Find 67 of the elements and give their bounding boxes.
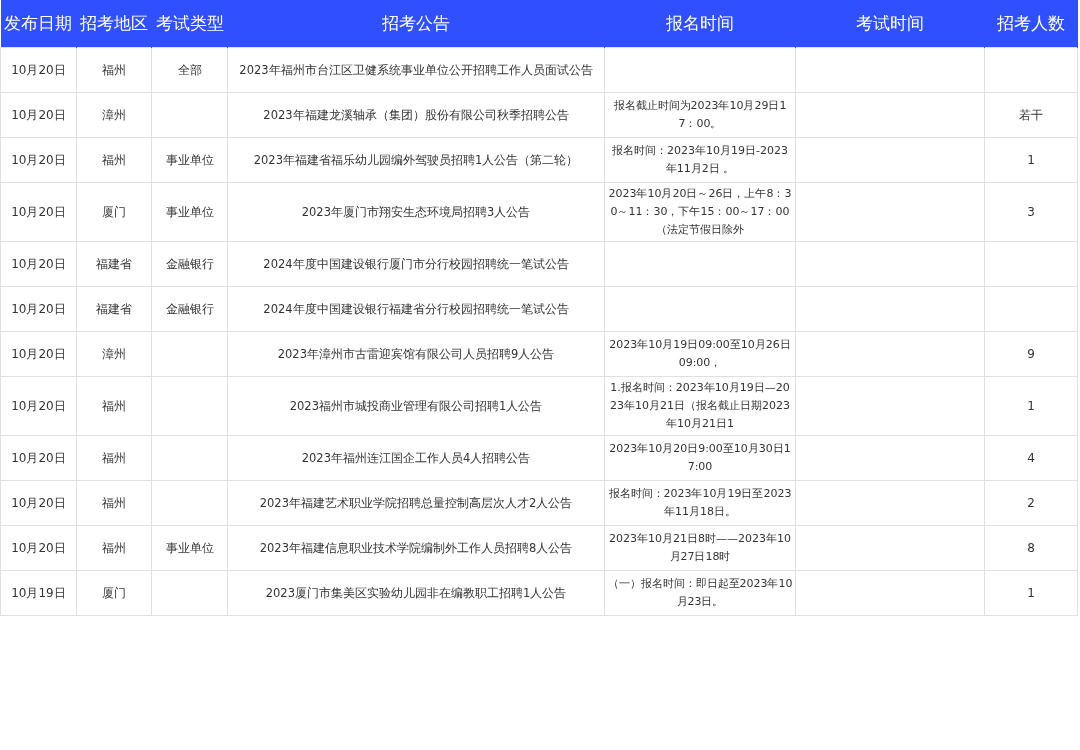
table-cell: 福建省 <box>96 302 132 316</box>
table-cell: 漳州 <box>102 347 126 361</box>
table-cell: 10月20日 <box>11 347 66 361</box>
table-cell: 报名时间：2023年10月19日-2023年11月2日 。 <box>612 144 788 175</box>
table-cell: 8 <box>1027 541 1035 555</box>
table-cell: 厦门 <box>102 205 126 219</box>
table-cell: 1 <box>1027 153 1035 167</box>
table-cell: 10月20日 <box>11 496 66 510</box>
table-cell: 2023年10月19日09:00至10月26日09:00， <box>609 338 791 369</box>
column-header: 发布日期 <box>0 0 77 48</box>
table-cell: 2023年福州连江国企工作人员4人招聘公告 <box>301 451 531 465</box>
column-header: 考试类型 <box>151 0 228 48</box>
table-cell: 2023年漳州市古雷迎宾馆有限公司人员招聘9人公告 <box>277 347 555 361</box>
table-cell: 福州 <box>102 451 126 465</box>
table-cell: 若干 <box>1019 108 1043 122</box>
table-cell: 1 <box>1027 586 1035 600</box>
table-cell: 2023年福建省福乐幼儿园编外驾驶员招聘1人公告（第二轮） <box>253 153 579 167</box>
column-header: 招考人数 <box>984 0 1078 48</box>
table-cell: 2023年福建龙溪轴承（集团）股份有限公司秋季招聘公告 <box>263 108 569 122</box>
table-cell: 金融银行 <box>165 302 214 316</box>
table-cell: 2023年厦门市翔安生态环境局招聘3人公告 <box>301 205 531 219</box>
table-cell: 10月20日 <box>11 153 66 167</box>
table-cell: 2023年福建信息职业技术学院编制外工作人员招聘8人公告 <box>259 541 573 555</box>
table-cell: 2 <box>1027 496 1035 510</box>
table-cell: 福建省 <box>96 257 132 271</box>
table-cell: 福州 <box>102 496 126 510</box>
table-cell: 全部 <box>177 63 202 77</box>
table-cell: 漳州 <box>102 108 126 122</box>
table-cell: 2023厦门市集美区实验幼儿园非在编教职工招聘1人公告 <box>265 586 567 600</box>
table-cell: 10月20日 <box>11 63 66 77</box>
table-cell: 10月20日 <box>11 541 66 555</box>
table-cell: 2023年10月21日8时——2023年10月27日18时 <box>609 532 791 563</box>
table-cell: 10月19日 <box>11 586 66 600</box>
table-cell: 2023年10月20日9:00至10月30日17:00 <box>609 442 791 473</box>
table-cell: 2023年福州市台江区卫健系统事业单位公开招聘工作人员面试公告 <box>239 63 593 77</box>
table-cell: （一）报名时间：即日起至2023年10月23日。 <box>607 577 793 608</box>
table-cell: 10月20日 <box>11 451 66 465</box>
table-cell: 10月20日 <box>11 399 66 413</box>
table-cell: 厦门 <box>102 586 126 600</box>
table-cell: 1 <box>1027 399 1035 413</box>
column-header: 报名时间 <box>604 0 796 48</box>
table-cell: 福州 <box>102 153 126 167</box>
table-cell: 10月20日 <box>11 108 66 122</box>
table-cell: 2024年度中国建设银行厦门市分行校园招聘统一笔试公告 <box>263 257 569 271</box>
table-cell: 2023年10月20日～26日，上午8：30～11：30，下午15：00～17：00（法定节假日除外 <box>608 187 792 236</box>
table-cell: 报名截止时间为2023年10月29日17：00。 <box>613 99 787 130</box>
table-cell: 事业单位 <box>165 153 214 167</box>
table-cell: 金融银行 <box>165 257 214 271</box>
table-cell: 福州 <box>102 399 126 413</box>
table-cell: 1.报名时间：2023年10月19日—2023年10月21日（报名截止日期2023年10月21日1 <box>610 381 790 430</box>
table-cell: 10月20日 <box>11 205 66 219</box>
table-cell: 4 <box>1027 451 1035 465</box>
table-cell: 9 <box>1027 347 1035 361</box>
table-cell: 事业单位 <box>165 205 214 219</box>
table-cell: 福州 <box>102 63 126 77</box>
column-header: 招考地区 <box>76 0 152 48</box>
table-cell: 报名时间：2023年10月19日至2023年11月18日。 <box>608 487 792 518</box>
table-cell: 2024年度中国建设银行福建省分行校园招聘统一笔试公告 <box>263 302 569 316</box>
table-cell: 10月20日 <box>11 302 66 316</box>
column-header: 考试时间 <box>795 0 985 48</box>
table-cell: 福州 <box>102 541 126 555</box>
table-cell: 事业单位 <box>165 541 214 555</box>
table-cell: 3 <box>1027 205 1035 219</box>
table-cell: 10月20日 <box>11 257 66 271</box>
table-cell: 2023年福建艺术职业学院招聘总量控制高层次人才2人公告 <box>259 496 573 510</box>
column-header: 招考公告 <box>227 0 605 48</box>
table-cell: 2023福州市城投商业管理有限公司招聘1人公告 <box>289 399 543 413</box>
